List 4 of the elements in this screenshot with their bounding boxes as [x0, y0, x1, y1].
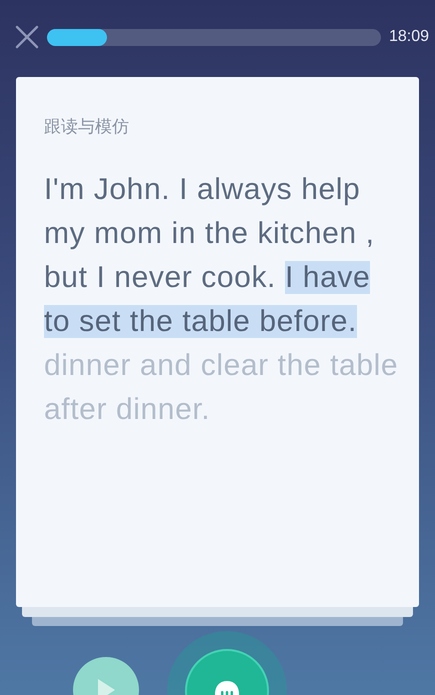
- reading-passage: I'm John. I always help my mom in the kitchen , but I never cook. I have to set the table before. dinner and clear the table after dinner.: [44, 172, 400, 428]
- close-icon[interactable]: [15, 25, 39, 49]
- card-title: 跟读与模仿: [44, 116, 130, 138]
- timer-text: 18:09: [389, 28, 430, 46]
